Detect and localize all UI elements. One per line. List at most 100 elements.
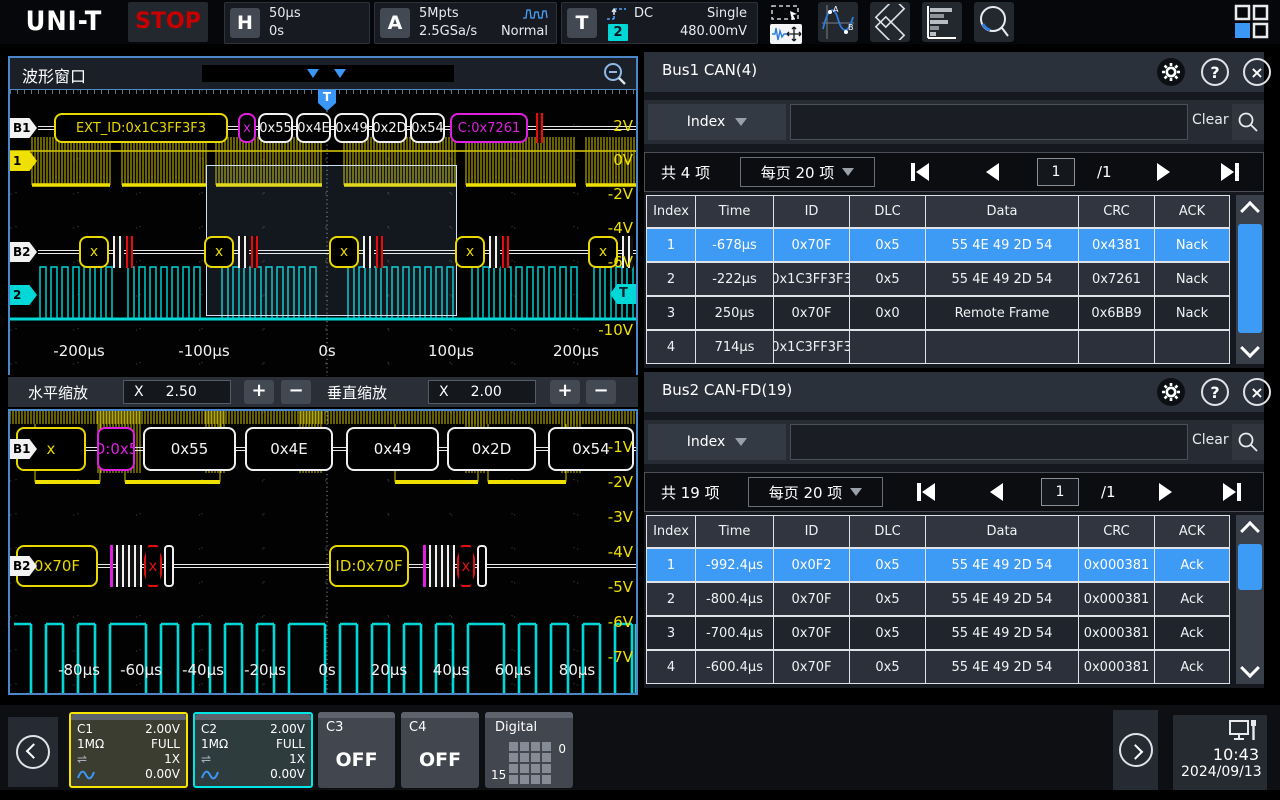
table-cell[interactable]: -800.4µs bbox=[695, 582, 773, 616]
table-cell[interactable]: 0x000381 bbox=[1078, 582, 1154, 616]
zoom-right-marker[interactable] bbox=[334, 69, 346, 78]
table-cell[interactable] bbox=[1154, 330, 1230, 364]
hzoom-minus-button[interactable]: − bbox=[281, 380, 311, 404]
bus1-scroll-thumb[interactable] bbox=[1238, 224, 1262, 333]
table-cell[interactable]: 0x70F bbox=[773, 228, 849, 262]
table-cell[interactable]: 714µs bbox=[695, 330, 773, 364]
scroll-up-button[interactable] bbox=[1236, 515, 1264, 541]
table-cell[interactable]: 4 bbox=[646, 650, 695, 684]
bus2-search-input[interactable] bbox=[790, 424, 1188, 460]
table-cell[interactable] bbox=[849, 330, 925, 364]
table-cell[interactable]: -700.4µs bbox=[695, 616, 773, 650]
table-cell[interactable]: 1 bbox=[646, 228, 695, 262]
table-row[interactable]: 1-678µs0x70F0x555 4E 49 2D 540x4381Nack bbox=[646, 228, 1234, 262]
scroll-channels-left-button[interactable] bbox=[8, 717, 58, 787]
table-cell[interactable]: 0x70F bbox=[773, 296, 849, 330]
bus1-settings-button[interactable] bbox=[1157, 58, 1185, 86]
table-cell[interactable]: 0x70F bbox=[773, 616, 849, 650]
table-cell[interactable]: 55 4E 49 2D 54 bbox=[925, 650, 1078, 684]
table-cell[interactable]: 0x000381 bbox=[1078, 650, 1154, 684]
table-cell[interactable]: 0x6BB9 bbox=[1078, 296, 1154, 330]
table-cell[interactable]: 2 bbox=[646, 262, 695, 296]
channel2-card[interactable]: C22.00V 1MΩFULL ⇌1X 0.00V bbox=[193, 712, 313, 788]
table-cell[interactable]: 55 4E 49 2D 54 bbox=[925, 262, 1078, 296]
table-cell[interactable]: 0x1C3FF3F3 bbox=[773, 330, 849, 364]
table-cell[interactable]: 0x0 bbox=[849, 296, 925, 330]
table-cell[interactable]: 0x5 bbox=[849, 228, 925, 262]
table-cell[interactable]: 55 4E 49 2D 54 bbox=[925, 616, 1078, 650]
table-cell[interactable]: 0x5 bbox=[849, 548, 925, 582]
bus2-last-page-button[interactable] bbox=[1223, 473, 1241, 511]
trigger-section[interactable]: T DC Single 2 480.00mV bbox=[561, 2, 758, 44]
table-cell[interactable]: 0x70F bbox=[773, 650, 849, 684]
bus2-clear-button[interactable]: Clear bbox=[1192, 432, 1229, 448]
table-cell[interactable]: -222µs bbox=[695, 262, 773, 296]
bus1-search-field-select[interactable]: Index bbox=[648, 104, 786, 140]
table-cell[interactable]: Ack bbox=[1154, 582, 1230, 616]
table-cell[interactable]: 4 bbox=[646, 330, 695, 364]
table-cell[interactable]: Nack bbox=[1154, 228, 1230, 262]
table-cell[interactable]: -678µs bbox=[695, 228, 773, 262]
bus1-help-button[interactable]: ? bbox=[1201, 58, 1229, 86]
table-cell[interactable]: 55 4E 49 2D 54 bbox=[925, 582, 1078, 616]
table-row[interactable]: 2-800.4µs0x70F0x555 4E 49 2D 540x000381A… bbox=[646, 582, 1234, 616]
table-cell[interactable]: 1 bbox=[646, 548, 695, 582]
table-cell[interactable]: Nack bbox=[1154, 296, 1230, 330]
bus2-per-page-select[interactable]: 每页 20 项 bbox=[748, 477, 883, 507]
bus1-per-page-select[interactable]: 每页 20 项 bbox=[740, 157, 875, 187]
table-cell[interactable]: 2 bbox=[646, 582, 695, 616]
table-cell[interactable]: 0x5 bbox=[849, 650, 925, 684]
bus2-settings-button[interactable] bbox=[1157, 378, 1185, 406]
bus1-clear-button[interactable]: Clear bbox=[1192, 112, 1229, 128]
bus1-search-input[interactable] bbox=[790, 104, 1188, 140]
scroll-channels-right-button[interactable] bbox=[1113, 710, 1158, 790]
bus1-next-page-button[interactable] bbox=[1157, 153, 1170, 191]
table-cell[interactable]: Ack bbox=[1154, 650, 1230, 684]
bus2-search-button[interactable] bbox=[1232, 424, 1264, 460]
table-cell[interactable]: 0x000381 bbox=[1078, 616, 1154, 650]
bus2-help-button[interactable]: ? bbox=[1201, 378, 1229, 406]
scroll-up-button[interactable] bbox=[1236, 195, 1264, 221]
bus1-last-page-button[interactable] bbox=[1221, 153, 1239, 191]
table-cell[interactable]: 0x70F bbox=[773, 582, 849, 616]
bus1-scrollbar[interactable] bbox=[1236, 195, 1264, 364]
acquire-section[interactable]: A 5Mpts 2.5GSa/s Normal bbox=[374, 2, 557, 44]
bus1-search-button[interactable] bbox=[1232, 104, 1264, 140]
window-layout-button[interactable] bbox=[1232, 2, 1272, 42]
table-cell[interactable]: 3 bbox=[646, 616, 695, 650]
table-cell[interactable]: 0x5 bbox=[849, 262, 925, 296]
table-cell[interactable]: -600.4µs bbox=[695, 650, 773, 684]
scroll-down-button[interactable] bbox=[1236, 338, 1264, 364]
zoom-left-marker[interactable] bbox=[307, 69, 319, 78]
table-cell[interactable]: 0x1C3FF3F3 bbox=[773, 262, 849, 296]
table-row[interactable]: 1-992.4µs0x0F20x555 4E 49 2D 540x000381A… bbox=[646, 548, 1234, 582]
zoom-position-bar[interactable] bbox=[202, 65, 454, 82]
table-cell[interactable]: 55 4E 49 2D 54 bbox=[925, 548, 1078, 582]
bus2-prev-page-button[interactable] bbox=[990, 473, 1003, 511]
table-cell[interactable]: -992.4µs bbox=[695, 548, 773, 582]
table-row[interactable]: 4-600.4µs0x70F0x555 4E 49 2D 540x000381A… bbox=[646, 650, 1234, 684]
math-ab-tool[interactable]: AB bbox=[818, 2, 858, 42]
table-cell[interactable] bbox=[1078, 330, 1154, 364]
horizontal-section[interactable]: H 50µs 0s bbox=[224, 2, 370, 44]
measure-tool[interactable] bbox=[870, 2, 910, 42]
table-cell[interactable]: Remote Frame bbox=[925, 296, 1078, 330]
bus2-next-page-button[interactable] bbox=[1159, 473, 1172, 511]
channel1-card[interactable]: C12.00V 1MΩFULL ⇌1X 0.00V bbox=[69, 712, 188, 788]
table-cell[interactable]: 0x5 bbox=[849, 582, 925, 616]
digital-card[interactable]: Digital 0 15 bbox=[485, 712, 573, 788]
search-tool[interactable] bbox=[974, 2, 1014, 42]
table-cell[interactable]: Nack bbox=[1154, 262, 1230, 296]
bus1-close-button[interactable]: × bbox=[1243, 58, 1271, 86]
bus1-page-input[interactable]: 1 bbox=[1037, 153, 1075, 191]
table-cell[interactable] bbox=[925, 330, 1078, 364]
scroll-down-button[interactable] bbox=[1236, 658, 1264, 684]
clock-panel[interactable]: 10:43 2024/09/13 bbox=[1173, 715, 1267, 790]
table-cell[interactable]: 250µs bbox=[695, 296, 773, 330]
bus1-first-page-button[interactable] bbox=[911, 153, 929, 191]
channel4-card[interactable]: C4 OFF bbox=[401, 712, 479, 788]
bus2-close-button[interactable]: × bbox=[1243, 378, 1271, 406]
table-row[interactable]: 3-700.4µs0x70F0x555 4E 49 2D 540x000381A… bbox=[646, 616, 1234, 650]
table-cell[interactable]: 0x000381 bbox=[1078, 548, 1154, 582]
table-cell[interactable]: 3 bbox=[646, 296, 695, 330]
